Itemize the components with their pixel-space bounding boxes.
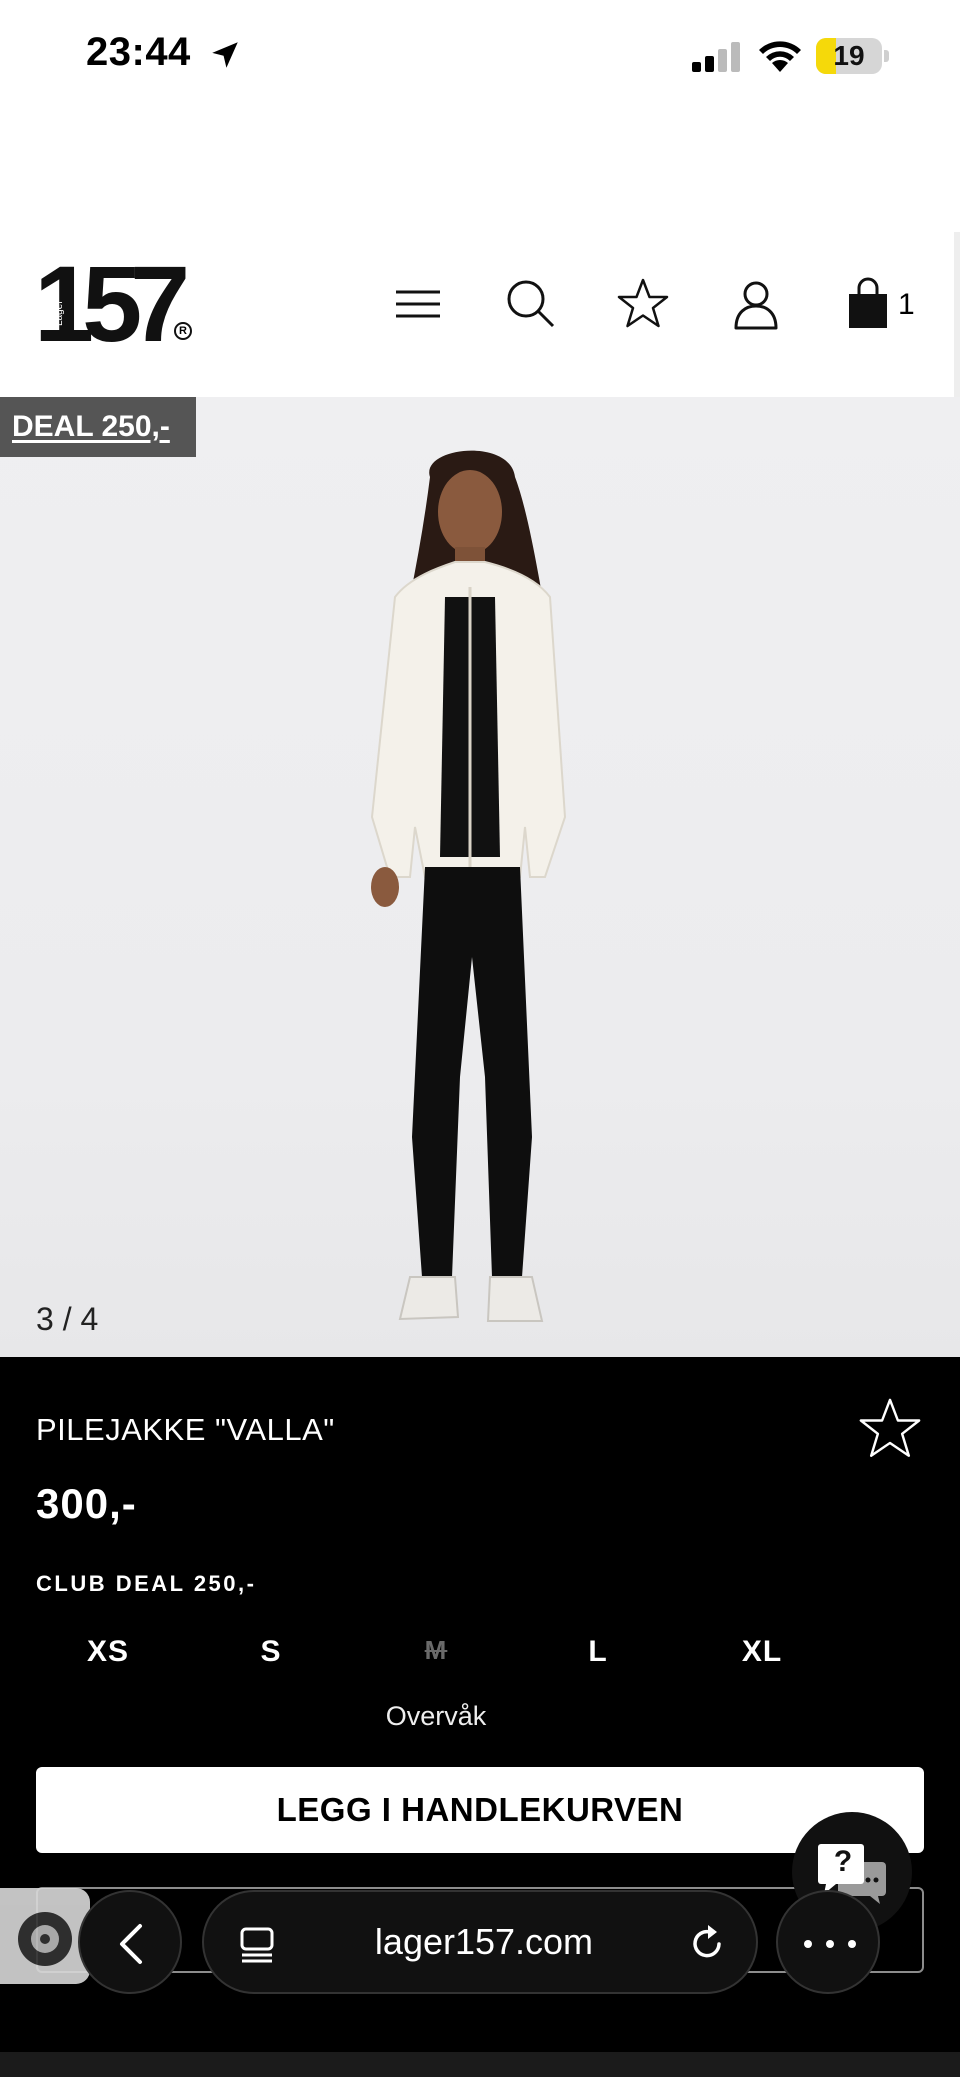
- battery-icon: 19: [816, 38, 890, 74]
- size-option-l[interactable]: L: [538, 1635, 658, 1669]
- deal-badge[interactable]: DEAL 250,-: [0, 397, 196, 457]
- add-to-cart-button[interactable]: LEGG I HANDLEKURVEN: [36, 1767, 924, 1853]
- chat-help-label: ?: [833, 1845, 853, 1878]
- shopping-bag-icon[interactable]: [840, 276, 896, 332]
- size-selector: XS S M L XL: [0, 1635, 960, 1685]
- side-thumbnail[interactable]: [0, 1888, 90, 1984]
- wifi-icon: [759, 41, 801, 72]
- product-name: PILEJAKKE "VALLA": [36, 1412, 335, 1447]
- chevron-left-icon: [120, 1924, 142, 1964]
- battery-level: 19: [833, 40, 865, 71]
- site-header: 157 Lager R 1: [0, 232, 960, 397]
- size-option-m[interactable]: M: [376, 1635, 496, 1666]
- product-price: 300,-: [36, 1480, 137, 1527]
- user-icon[interactable]: [728, 276, 784, 332]
- product-image[interactable]: DEAL 250,- 3 / 4: [0, 397, 960, 1357]
- product-model-photo: [370, 450, 567, 1322]
- status-bar: 23:44 19: [0, 0, 960, 120]
- cellular-signal-icon: [692, 42, 740, 72]
- wheel-icon: [18, 1912, 72, 1966]
- search-icon[interactable]: [503, 276, 559, 332]
- logo-registered-mark: R: [174, 322, 192, 340]
- ellipsis-icon: [804, 1940, 856, 1948]
- menu-icon[interactable]: [390, 276, 446, 332]
- image-counter: 3 / 4: [36, 1301, 99, 1337]
- browser-toolbar: lager157.com: [0, 1880, 960, 2040]
- size-option-xs[interactable]: XS: [48, 1635, 168, 1669]
- cart-count: 1: [898, 288, 915, 321]
- watch-size-link[interactable]: Overvåk: [376, 1701, 496, 1732]
- address-bar[interactable]: lager157.com: [202, 1890, 758, 1994]
- back-button[interactable]: [78, 1890, 182, 1994]
- tab-overview-icon[interactable]: [238, 1926, 276, 1964]
- more-options-button[interactable]: [776, 1890, 880, 1994]
- size-option-s[interactable]: S: [211, 1635, 331, 1669]
- size-option-xl[interactable]: XL: [702, 1635, 822, 1669]
- logo[interactable]: 157 Lager R: [34, 250, 204, 358]
- star-icon[interactable]: [615, 276, 671, 332]
- location-arrow-icon: [212, 42, 238, 68]
- status-time: 23:44: [86, 30, 191, 74]
- logo-small-text: Lager: [54, 300, 65, 326]
- favorite-star-icon[interactable]: [856, 1395, 924, 1463]
- reload-icon[interactable]: [686, 1922, 728, 1964]
- club-deal-label: CLUB DEAL 250,-: [36, 1571, 257, 1596]
- home-indicator: [0, 2052, 960, 2077]
- url-text[interactable]: lager157.com: [324, 1892, 644, 1992]
